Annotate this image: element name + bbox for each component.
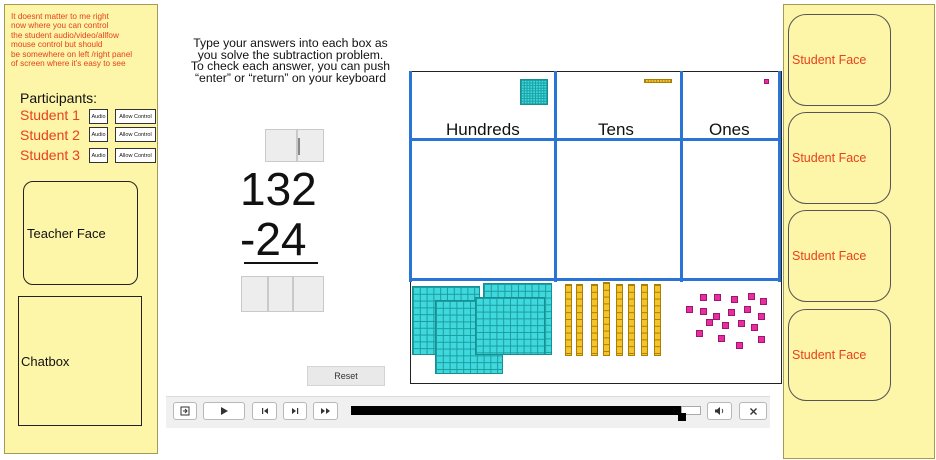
student-3-audio-button[interactable]: Audio <box>89 148 108 163</box>
note-line: now where you can control <box>11 21 109 31</box>
column-label-hundreds: Hundreds <box>446 120 520 139</box>
one-cube[interactable] <box>714 294 721 301</box>
one-cube[interactable] <box>751 324 758 331</box>
ten-rod-icon <box>644 79 672 83</box>
previous-button[interactable] <box>252 402 277 420</box>
fast-forward-icon <box>320 408 330 414</box>
instructions: Type your answers into each box as you s… <box>178 37 403 85</box>
answer-line <box>244 262 318 264</box>
one-cube[interactable] <box>728 309 735 316</box>
instruction-line: “enter” or “return” on your keyboard <box>194 70 387 85</box>
one-cube[interactable] <box>700 294 707 301</box>
student-3-allow-control-button[interactable]: Allow Control <box>115 148 156 163</box>
exit-icon <box>180 406 190 416</box>
chatbox-label: Chatbox <box>21 353 70 369</box>
column-label-ones: Ones <box>709 120 750 139</box>
student-1-allow-control-button[interactable]: Allow Control <box>115 109 156 124</box>
board-line <box>680 71 683 282</box>
one-cube[interactable] <box>760 298 767 305</box>
student-face-video: Student Face <box>788 309 891 401</box>
hundred-block[interactable] <box>475 297 545 355</box>
student-1-audio-button[interactable]: Audio <box>89 109 108 124</box>
student-face-video: Student Face <box>788 112 891 204</box>
reset-button[interactable]: Reset <box>307 366 385 386</box>
play-icon <box>221 407 228 415</box>
play-button[interactable] <box>203 402 245 420</box>
student-2-allow-control-button[interactable]: Allow Control <box>115 127 156 142</box>
ten-rod[interactable] <box>616 284 623 356</box>
volume-button[interactable] <box>707 402 732 420</box>
subtrahend: -24 <box>240 213 307 265</box>
answer-input-hundreds[interactable] <box>241 276 268 312</box>
one-cube[interactable] <box>758 313 765 320</box>
hundred-block-icon <box>520 79 548 105</box>
ten-rod[interactable] <box>603 282 610 356</box>
board-line <box>409 71 412 282</box>
student-face-video: Student Face <box>788 210 891 302</box>
skip-back-icon <box>261 408 268 414</box>
close-button[interactable] <box>739 402 767 420</box>
note-line: It doesnt matter to me right <box>11 12 109 21</box>
next-button[interactable] <box>283 402 307 420</box>
ten-rod[interactable] <box>565 284 572 356</box>
student-1-name: Student 1 <box>20 107 80 123</box>
one-cube[interactable] <box>696 330 703 337</box>
one-cube[interactable] <box>722 322 729 329</box>
ten-rod[interactable] <box>641 284 648 356</box>
student-face-video: Student Face <box>788 14 891 106</box>
column-label-tens: Tens <box>598 120 634 139</box>
student-face-label: Student Face <box>792 53 867 67</box>
exit-button[interactable] <box>173 402 197 420</box>
answer-input-tens[interactable] <box>268 276 293 312</box>
board-line <box>554 71 557 282</box>
participants-title: Participants: <box>20 90 98 106</box>
borrow-input-hundreds[interactable] <box>265 129 297 162</box>
ten-rod[interactable] <box>628 284 635 356</box>
student-2-audio-button[interactable]: Audio <box>89 127 108 142</box>
student-2-name: Student 2 <box>20 127 80 143</box>
one-cube[interactable] <box>731 296 738 303</box>
student-3-name: Student 3 <box>20 147 80 163</box>
board-line <box>778 71 781 282</box>
student-face-label: Student Face <box>792 249 867 263</box>
one-cube-icon <box>764 79 769 84</box>
one-cube[interactable] <box>744 306 751 313</box>
chatbox[interactable]: Chatbox <box>18 296 142 426</box>
student-face-label: Student Face <box>792 348 867 362</box>
skip-forward-icon <box>292 408 299 414</box>
designer-note: It doesnt matter to me right now where y… <box>11 12 157 68</box>
board-line <box>410 278 781 281</box>
borrow-input-tens[interactable] <box>297 129 324 162</box>
ten-rod[interactable] <box>654 284 661 356</box>
speaker-icon <box>714 407 723 415</box>
one-cube[interactable] <box>713 313 720 320</box>
one-cube[interactable] <box>758 336 765 343</box>
one-cube[interactable] <box>748 293 755 300</box>
answer-input-ones[interactable] <box>293 276 324 312</box>
progress-marker <box>678 413 686 421</box>
one-cube[interactable] <box>686 306 693 313</box>
one-cube[interactable] <box>738 320 745 327</box>
student-face-label: Student Face <box>792 151 867 165</box>
teacher-face-video: Teacher Face <box>23 181 138 285</box>
text-cursor <box>298 138 300 155</box>
close-icon <box>749 407 757 415</box>
note-line: mouse control but should <box>11 40 103 50</box>
ten-rod[interactable] <box>576 284 583 356</box>
one-cube[interactable] <box>706 319 713 326</box>
teacher-face-label: Teacher Face <box>27 225 106 241</box>
fast-forward-button[interactable] <box>313 402 338 420</box>
note-line: the student audio/video/allfow <box>11 30 119 40</box>
one-cube[interactable] <box>718 335 725 342</box>
one-cube[interactable] <box>736 342 743 349</box>
note-line: of screen where it’s easy to see <box>11 59 126 69</box>
progress-bar[interactable] <box>351 406 681 415</box>
note-line: be somewhere on left /right panel <box>11 49 133 59</box>
ten-rod[interactable] <box>591 284 598 356</box>
one-cube[interactable] <box>700 308 707 315</box>
minuend: 132 <box>240 163 317 215</box>
